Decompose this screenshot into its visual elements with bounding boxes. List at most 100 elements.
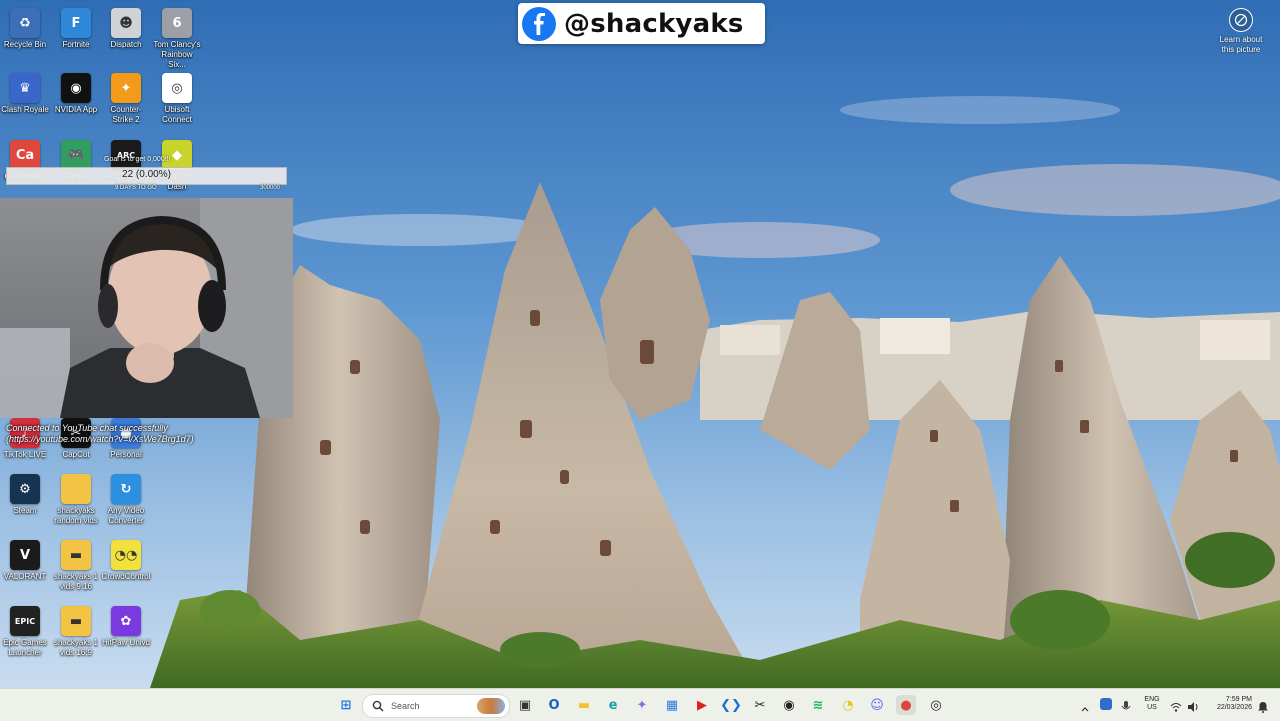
file-explorer-button[interactable]: ▬ [574, 695, 594, 715]
desktop-icon-fortnite[interactable]: F Fortnite [51, 8, 101, 50]
arc-raiders-icon: ARC [111, 140, 141, 170]
search-placeholder: Search [391, 701, 420, 711]
desktop-icon-nvidia[interactable]: ◉ NVIDIA App [51, 73, 101, 115]
outlook-button[interactable]: O [544, 695, 564, 715]
epic-games-icon: EPIC [10, 606, 40, 636]
clock-date: 22/03/2026 [1216, 704, 1252, 711]
desktop-icon-label: HitPaw Univd [101, 638, 150, 647]
desktop-icon-clash-royale[interactable]: ♛ Clash Royale [0, 73, 50, 115]
language-code: ENG [1144, 696, 1160, 703]
start-button[interactable]: ⊞ [336, 695, 356, 715]
goal-title: Goal is to get 0,000!!! [104, 156, 171, 163]
learn-picture-icon [1229, 8, 1253, 32]
discord-button[interactable]: ☺ [867, 695, 887, 715]
notification-bell-icon[interactable] [1257, 698, 1269, 713]
facebook-handle: @shackyaks [564, 8, 744, 39]
desktop-icon-crowdcontrol[interactable]: ◔◔ CrowdControl [101, 540, 151, 582]
vscode-button[interactable]: ❮❯ [720, 695, 742, 715]
task-view-button[interactable]: ▣ [515, 695, 535, 715]
recycle-bin-icon: ♻ [10, 8, 40, 38]
desktop-icon-label: Any Video Converter [107, 506, 145, 525]
edge-icon: e [608, 697, 618, 713]
show-hidden-icons-chevron-icon[interactable] [1080, 699, 1090, 712]
microphone-icon[interactable] [1121, 698, 1131, 710]
desktop-icon-folder[interactable]: shackyaks random vids [51, 474, 101, 526]
desktop-icon-label: Steam [13, 506, 37, 515]
store-icon: ▦ [665, 697, 679, 713]
desktop-icon-folder[interactable]: ▬ shackyaks 1 vids 9:16 [51, 540, 101, 592]
desktop-icon-label: CrowdControl [101, 572, 151, 581]
chat-status-message: Connected to YouTube chat successfully (… [6, 423, 236, 445]
desktop-icon-label: Clash Royale [1, 105, 49, 114]
geometry-dash-icon: ◆ [162, 140, 192, 170]
desktop-icon-valorant[interactable]: V VALORANT [0, 540, 50, 582]
desktop-icon-label: CapCut [62, 450, 90, 459]
any-video-converter-icon: ↻ [111, 474, 141, 504]
webcam-feed [0, 198, 293, 418]
desktop-icon-label: shackyaks random vids [54, 506, 98, 525]
folder-icon: ▬ [61, 606, 91, 636]
crowdcontrol-icon: ◔◔ [111, 540, 141, 570]
copilot-icon: ✦ [636, 697, 648, 713]
desktop-icon-label: NVIDIA App [54, 105, 98, 114]
desktop-icon-epic-games[interactable]: EPIC Epic Games Launcher [0, 606, 50, 658]
taskbar-search[interactable]: Search [362, 694, 510, 718]
spotify-button[interactable]: ≋ [808, 695, 828, 715]
capcut-button[interactable]: ✂ [750, 695, 770, 715]
desktop-icon-any-video-converter[interactable]: ↻ Any Video Converter [101, 474, 151, 526]
desktop-icon-recycle-bin[interactable]: ♻ Recycle Bin [0, 8, 50, 50]
volume-icon[interactable] [1187, 698, 1199, 712]
task-view-icon: ▣ [518, 697, 532, 713]
region-code: US [1147, 704, 1157, 711]
desktop-icon-label: TikTok LIVE [3, 450, 47, 459]
outlook-icon: O [548, 697, 560, 713]
hitpaw-icon: ✿ [111, 606, 141, 636]
desktop-icon-label: Personal [110, 450, 142, 459]
goal-target: 300000 [260, 185, 281, 191]
desktop-icon-ubisoft[interactable]: ◎ Ubisoft Connect [152, 73, 202, 125]
learn-picture-label: Learn about this picture [1219, 35, 1263, 54]
capcut-icon: ✂ [754, 697, 766, 713]
desktop-icon-label: Fortnite [62, 40, 90, 49]
caffeinated-button[interactable]: ● [896, 695, 916, 715]
chat-status-url: (https://youtube.com/watch?v=l/XsWe7Brg1… [6, 434, 194, 444]
nvidia-icon: ◉ [783, 697, 795, 713]
desktop-icon-dispatch[interactable]: ☻ Dispatch [101, 8, 151, 50]
wifi-icon[interactable] [1170, 698, 1182, 712]
desktop-icon-label: Dispatch [110, 40, 142, 49]
facebook-handle-banner: @shackyaks [518, 3, 765, 44]
rainbow-six-icon: 6 [162, 8, 192, 38]
desktop-icon-label: VALORANT [3, 572, 47, 581]
language-indicator[interactable]: ENG US [1140, 696, 1164, 712]
clock[interactable]: 7:59 PM 22/03/2026 [1204, 696, 1252, 712]
clock-time: 7:59 PM [1225, 696, 1252, 703]
edge-button[interactable]: e [603, 695, 623, 715]
youtube-button[interactable]: ▶ [692, 695, 712, 715]
desktop-icon-rainbow-six[interactable]: 6 Tom Clancy's Rainbow Six... [152, 8, 202, 70]
nvidia-button[interactable]: ◉ [779, 695, 799, 715]
desktop-icon-steam[interactable]: ⚙ Steam [0, 474, 50, 516]
folder-icon [61, 474, 91, 504]
learn-about-picture[interactable]: Learn about this picture [1214, 8, 1268, 55]
desktop-icon-label: Epic Games Launcher [3, 638, 47, 657]
clash-royale-icon: ♛ [10, 73, 40, 103]
desktop-icon-counter-strike[interactable]: ✦ Counter-Strike 2 [101, 73, 151, 125]
fortnite-icon: F [61, 8, 91, 38]
desktop-icon-label: Tom Clancy's Rainbow Six... [153, 40, 201, 69]
copilot-button[interactable]: ✦ [632, 695, 652, 715]
goal-progress-text: 22 (0.00%) [122, 169, 171, 180]
obs-icon: ◎ [930, 697, 942, 713]
search-icon [371, 699, 385, 713]
obs-button[interactable]: ◎ [926, 695, 946, 715]
crowdcontrol-button[interactable]: ◔ [838, 695, 858, 715]
tray-app-icon[interactable] [1100, 698, 1112, 710]
desktop-icon-hitpaw[interactable]: ✿ HitPaw Univd [101, 606, 151, 648]
vscode-icon: ❮❯ [720, 697, 742, 713]
goal-days-left: 9 DAYS TO GO [115, 185, 157, 191]
desktop-icon-folder[interactable]: ▬ shackyaks 1 vids 16:9 [51, 606, 101, 658]
store-button[interactable]: ▦ [662, 695, 682, 715]
crowdcontrol-icon: ◔ [842, 697, 854, 713]
counter-strike-icon: ✦ [111, 73, 141, 103]
desktop-icon-label: Ubisoft Connect [162, 105, 192, 124]
valorant-icon: V [10, 540, 40, 570]
